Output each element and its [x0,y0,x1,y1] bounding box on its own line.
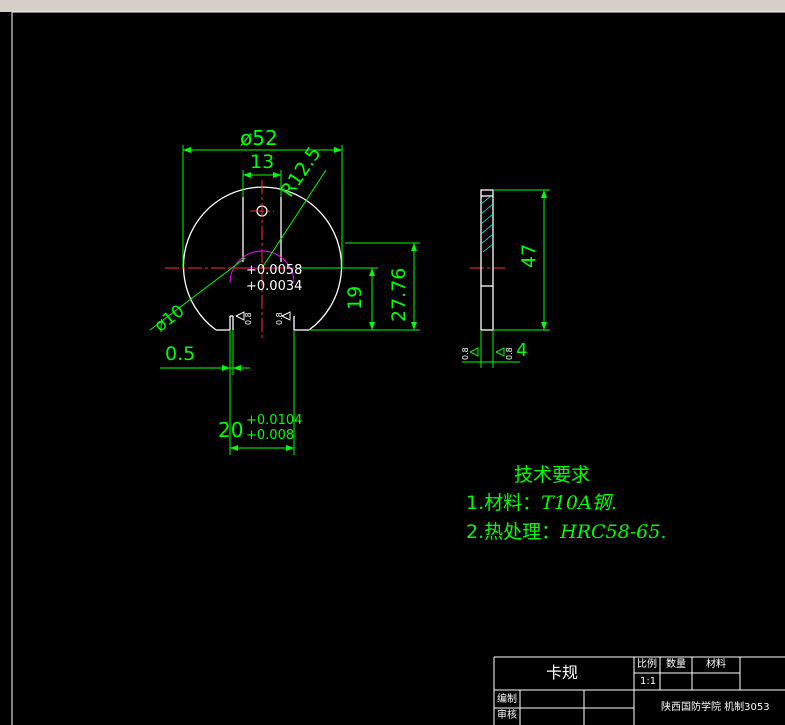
dim-side-thickness: 4 [516,340,528,361]
dim-slot-tol-lower: +0.008 [246,428,295,443]
roughness-label-side-1: 0.8 [461,347,470,360]
dim-05: 0.5 [165,343,196,365]
title-block-quantity-label: 数量 [666,659,686,670]
dim-2776: 27.76 [388,267,410,322]
tech-req-line1-value: T10A钢. [541,492,617,514]
dim-19: 19 [344,285,366,310]
dim-side-height: 47 [518,243,540,268]
side-view-hatch [480,195,494,253]
title-block-drawn-label: 编制 [497,694,517,705]
title-block-scale-value: 1:1 [640,676,657,687]
tech-req-title: 技术要求 [514,464,591,486]
roughness-label-front-2: 0.8 [275,312,284,325]
dim-hole-tol-upper: +0.0058 [246,263,303,278]
title-block-institution: 陕西国防学院 机制3053 [661,702,770,713]
tech-req-line1-prefix: 1.材料： [466,492,542,514]
tech-req-line2-value: HRC58-65. [560,521,667,543]
title-block-part-name: 卡规 [546,663,579,682]
roughness-label-front-1: 0.8 [244,312,253,325]
drawing-canvas [11,11,785,725]
tech-req-line2: 2.热处理：HRC58-65. [466,523,666,542]
dim-slot-width: 20 [218,418,244,442]
title-block-reviewed-label: 审核 [497,710,517,721]
centerlines [165,180,505,340]
dim-outer-diameter: ø52 [240,126,278,150]
roughness-label-side-2: 0.8 [505,347,514,360]
title-block-material-label: 材料 [706,659,726,670]
dim-width-13: 13 [250,151,275,173]
tech-req-line2-prefix: 2.热处理： [466,521,561,543]
side-dimension-lines [462,189,550,368]
side-view-outline [480,189,494,331]
dim-slot-tol-upper: +0.0104 [246,413,303,428]
dim-hole-tol-lower: +0.0034 [246,279,303,294]
title-block-scale-label: 比例 [637,659,657,670]
tech-req-line1: 1.材料：T10A钢. [466,494,617,513]
